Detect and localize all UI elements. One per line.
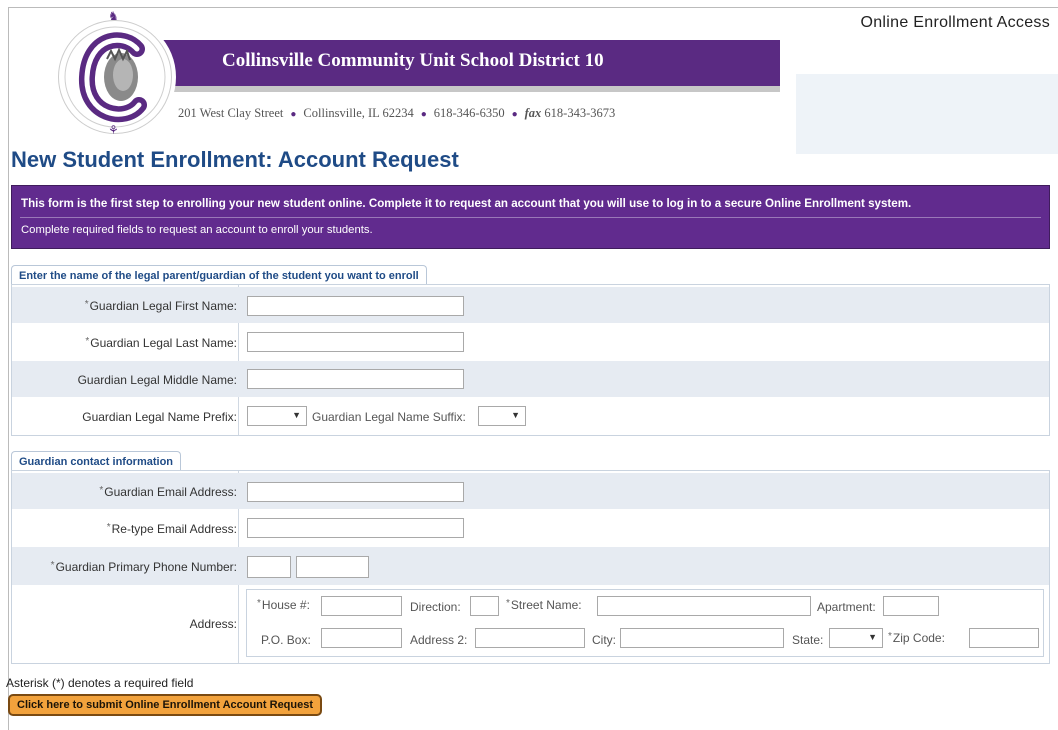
chevron-down-icon: ▼	[511, 410, 520, 420]
middle-name-label: Guardian Legal Middle Name:	[77, 373, 237, 387]
notice-secondary-text: Complete required fields to request an a…	[21, 224, 373, 236]
required-asterisk: *	[85, 336, 90, 347]
suffix-label: Guardian Legal Name Suffix:	[312, 410, 466, 424]
suffix-select[interactable]: ▼	[478, 406, 526, 426]
fax-label: fax	[524, 106, 542, 120]
zip-code-label-text: Zip Code:	[892, 631, 945, 645]
chevron-down-icon: ▼	[292, 410, 301, 420]
required-asterisk: *	[99, 485, 104, 496]
chevron-down-icon: ▼	[868, 632, 877, 642]
email-input[interactable]	[247, 482, 464, 502]
portal-title: Online Enrollment Access	[860, 14, 1050, 31]
logo-graphic	[64, 26, 166, 128]
notice-primary-text: This form is the first step to enrolling…	[21, 197, 912, 210]
last-name-input[interactable]	[247, 332, 464, 352]
phone-number-input[interactable]	[296, 556, 369, 578]
prefix-select[interactable]: ▼	[247, 406, 307, 426]
zip-code-label: *Zip Code:	[888, 631, 945, 645]
row-prefix-suffix: Guardian Legal Name Prefix: ▼ Guardian L…	[12, 397, 1049, 435]
logo-fleur-icon: ⚘	[108, 123, 119, 137]
logo-crown-icon: ♞	[108, 9, 119, 23]
required-asterisk: *	[257, 598, 261, 609]
district-seal-logo	[58, 20, 172, 134]
city-input[interactable]	[620, 628, 784, 648]
tab-guardian-name: Enter the name of the legal parent/guard…	[11, 265, 427, 285]
phone: 618-346-6350	[433, 106, 505, 120]
address2-input[interactable]	[475, 628, 585, 648]
notice-divider	[20, 217, 1041, 218]
bullet-separator: ●	[290, 109, 297, 120]
house-number-input[interactable]	[321, 596, 402, 616]
street-name-label-text: Street Name:	[510, 598, 582, 612]
banner-underline	[96, 86, 780, 92]
street-name-input[interactable]	[597, 596, 811, 616]
phone-label: *Guardian Primary Phone Number:	[51, 560, 237, 574]
page-title: New Student Enrollment: Account Request	[11, 147, 459, 172]
first-name-label-text: Guardian Legal First Name:	[89, 299, 237, 313]
row-retype-email: *Re-type Email Address:	[12, 509, 1049, 547]
apartment-label: Apartment:	[817, 600, 876, 614]
required-asterisk: *	[888, 631, 892, 642]
first-name-label: *Guardian Legal First Name:	[85, 299, 237, 313]
po-box-input[interactable]	[321, 628, 402, 648]
zip-code-input[interactable]	[969, 628, 1039, 648]
row-last-name: *Guardian Legal Last Name:	[12, 323, 1049, 361]
phone-label-text: Guardian Primary Phone Number:	[55, 560, 237, 574]
row-middle-name: Guardian Legal Middle Name:	[12, 361, 1049, 397]
row-address: Address: *House #: Direction: *Street Na…	[12, 585, 1049, 663]
first-name-input[interactable]	[247, 296, 464, 316]
address2-label: Address 2:	[410, 633, 468, 647]
fax: 618-343-3673	[544, 106, 616, 120]
bullet-separator: ●	[420, 109, 427, 120]
contact-section: *Guardian Email Address: *Re-type Email …	[11, 470, 1050, 664]
direction-input[interactable]	[470, 596, 499, 616]
street-name-label: *Street Name:	[506, 598, 582, 612]
district-name: Collinsville Community Unit School Distr…	[222, 50, 604, 71]
last-name-label: *Guardian Legal Last Name:	[85, 336, 237, 350]
required-field-note: Asterisk (*) denotes a required field	[6, 676, 194, 690]
header-right-panel	[796, 74, 1058, 154]
address-label: Address:	[189, 617, 237, 631]
row-phone: *Guardian Primary Phone Number:	[12, 547, 1049, 585]
city-label: City:	[592, 633, 616, 647]
house-label-text: House #:	[261, 598, 310, 612]
tab-contact-info: Guardian contact information	[11, 451, 182, 471]
street: 201 West Clay Street	[178, 106, 284, 120]
bullet-separator: ●	[511, 109, 518, 120]
city: Collinsville, IL 62234	[303, 106, 414, 120]
house-label: *House #:	[257, 598, 310, 612]
district-address: 201 West Clay Street ● Collinsville, IL 62…	[178, 106, 615, 121]
required-asterisk: *	[50, 560, 55, 571]
retype-email-label: *Re-type Email Address:	[107, 522, 237, 536]
row-first-name: *Guardian Legal First Name:	[12, 287, 1049, 323]
phone-area-code-input[interactable]	[247, 556, 291, 578]
required-asterisk: *	[106, 522, 111, 533]
po-box-label: P.O. Box:	[261, 633, 311, 647]
submit-request-button[interactable]: Click here to submit Online Enrollment A…	[8, 694, 323, 716]
prefix-label: Guardian Legal Name Prefix:	[82, 410, 237, 424]
state-select[interactable]: ▼	[829, 628, 883, 648]
required-asterisk: *	[506, 598, 510, 609]
required-asterisk: *	[84, 299, 89, 310]
email-label: *Guardian Email Address:	[99, 485, 237, 499]
address-group: *House #: Direction: *Street Name: Apart…	[246, 589, 1044, 657]
retype-email-label-text: Re-type Email Address:	[111, 522, 237, 536]
guardian-name-section: *Guardian Legal First Name: *Guardian Le…	[11, 284, 1050, 436]
state-label: State:	[792, 633, 824, 647]
middle-name-input[interactable]	[247, 369, 464, 389]
direction-label: Direction:	[410, 600, 461, 614]
apartment-input[interactable]	[883, 596, 939, 616]
last-name-label-text: Guardian Legal Last Name:	[90, 336, 237, 350]
info-notice: This form is the first step to enrolling…	[11, 185, 1050, 249]
retype-email-input[interactable]	[247, 518, 464, 538]
email-label-text: Guardian Email Address:	[104, 485, 237, 499]
row-email: *Guardian Email Address:	[12, 473, 1049, 509]
